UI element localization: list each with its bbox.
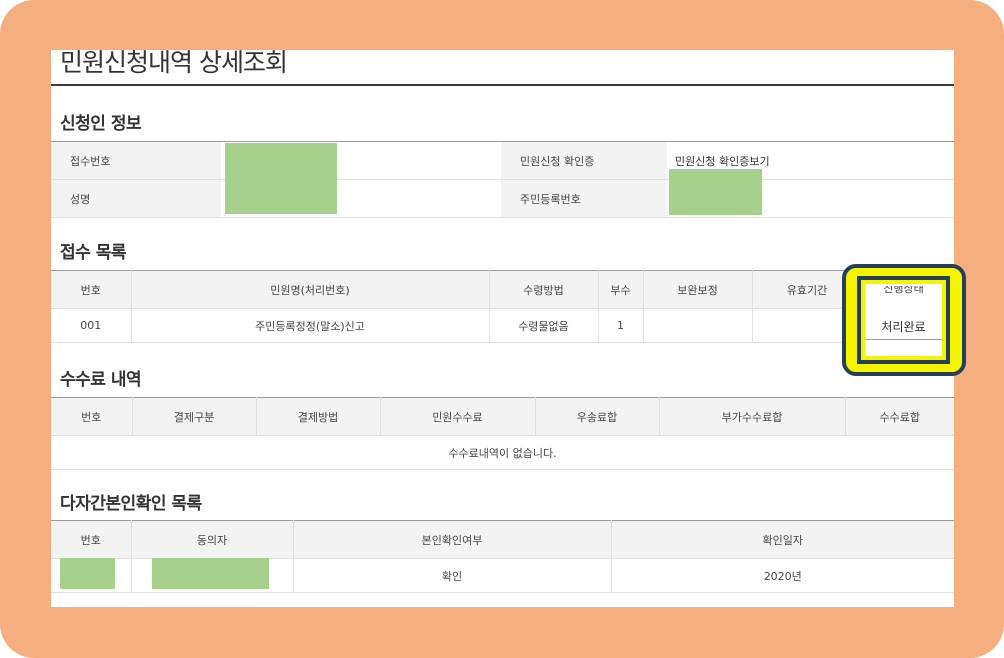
- supplement: [643, 308, 753, 343]
- resident-number-label: 주민등록번호: [501, 179, 667, 218]
- column-header: 부가수수료합: [659, 397, 846, 436]
- column-header: 결제방법: [256, 397, 381, 436]
- status-cell-border: [865, 339, 942, 340]
- column-header: 동의자: [131, 520, 294, 559]
- applicant-section-title: 신청인 정보: [60, 114, 142, 134]
- column-header: 번호: [51, 270, 132, 309]
- identity-section-title: 다자간본인확인 목록: [60, 494, 202, 514]
- column-header: 본인확인여부: [293, 520, 612, 559]
- table-row: 접수번호 민원신청 확인증 민원신청 확인증보기: [51, 141, 954, 180]
- detail-panel: 민원신청내역 상세조회 신청인 정보 접수번호 민원신청 확인증 민원신청 확인…: [51, 50, 954, 607]
- column-header: 결제구분: [132, 397, 257, 436]
- receipts-section-title: 접수 목록: [60, 243, 126, 263]
- column-header: 보완보정: [643, 270, 753, 309]
- fees-table: 번호 결제구분 결제방법 민원수수료 우송료합 부가수수료합 수수료합 수수료내…: [51, 397, 954, 470]
- redaction-block: [152, 558, 269, 589]
- redaction-block: [60, 558, 115, 589]
- column-header: 우송료합: [535, 397, 660, 436]
- receipt-number-label: 접수번호: [51, 141, 221, 180]
- identity-confirmed: 확인: [293, 558, 612, 593]
- redaction-block: [225, 143, 337, 214]
- receive-method: 수령물없음: [489, 308, 599, 343]
- page-title: 민원신청내역 상세조회: [60, 50, 288, 77]
- column-header: 수령방법: [489, 270, 599, 309]
- column-header: 수수료합: [845, 397, 954, 436]
- status-value: 처리완료: [881, 320, 926, 334]
- column-header: 번호: [51, 397, 133, 436]
- fees-section-title: 수수료 내역: [60, 370, 142, 390]
- table-row: 성명 주민등록번호: [51, 179, 954, 218]
- status-header-visible: 진행상태: [883, 286, 924, 295]
- redaction-block: [669, 169, 762, 215]
- identity-date: 2020년: [611, 558, 954, 593]
- name-label: 성명: [51, 179, 221, 218]
- table-header-row: 번호 결제구분 결제방법 민원수수료 우송료합 부가수수료합 수수료합: [51, 397, 954, 436]
- column-header: 번호: [51, 520, 132, 559]
- column-header: 부수: [598, 270, 644, 309]
- receipts-table: 번호 민원명(처리번호) 수령방법 부수 보완보정 유효기간 진행상태 001 …: [51, 270, 954, 343]
- title-divider: [51, 84, 954, 86]
- column-header: 확인일자: [611, 520, 954, 559]
- receipt-no: 001: [51, 308, 132, 343]
- table-header-row: 번호 민원명(처리번호) 수령방법 부수 보완보정 유효기간 진행상태: [51, 270, 954, 309]
- column-header: 민원수수료: [380, 397, 536, 436]
- petition-name: 주민등록정정(말소)신고: [131, 308, 490, 343]
- table-header-row: 번호 동의자 본인확인여부 확인일자: [51, 520, 954, 559]
- table-row: 수수료내역이 없습니다.: [51, 435, 954, 470]
- empty-fees-message: 수수료내역이 없습니다.: [51, 435, 954, 470]
- table-row: 001 주민등록정정(말소)신고 수령물없음 1: [51, 308, 954, 343]
- applicant-info-table: 접수번호 민원신청 확인증 민원신청 확인증보기 성명 주민등록번호: [51, 141, 954, 218]
- copies: 1: [598, 308, 644, 343]
- certificate-label: 민원신청 확인증: [501, 141, 667, 180]
- column-header: 민원명(처리번호): [131, 270, 490, 309]
